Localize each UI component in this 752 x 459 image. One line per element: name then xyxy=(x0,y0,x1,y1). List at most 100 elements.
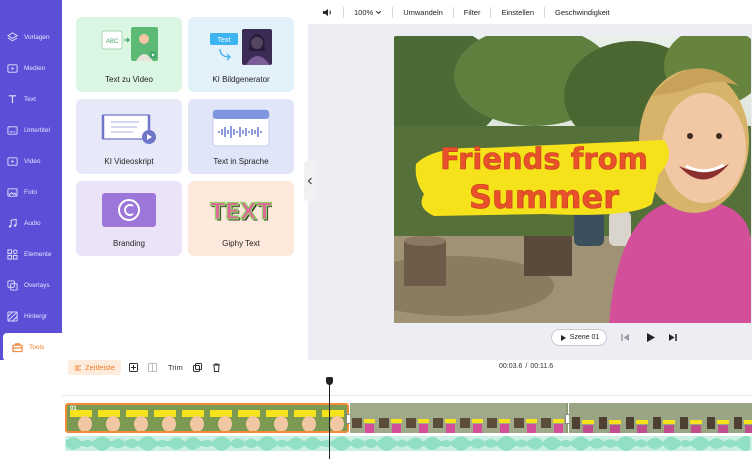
elements-icon xyxy=(7,249,18,260)
sidebar-item-label: Tools xyxy=(29,343,45,351)
tool-card-label: Branding xyxy=(112,239,146,248)
sidebar-item-audio[interactable]: Audio xyxy=(0,208,62,239)
timeline-toolbar: Zeitleiste Trim 00:03.6 / 00:11.6 xyxy=(62,360,752,376)
filter-button[interactable]: Filter xyxy=(464,8,481,17)
playhead[interactable] xyxy=(329,380,330,459)
video-icon xyxy=(7,157,18,166)
ai-image-illustration: Text xyxy=(208,29,274,69)
trim-button[interactable]: Trim xyxy=(168,363,183,372)
timeline-tab-label: Zeitleiste xyxy=(85,363,116,372)
toolbox-icon xyxy=(12,342,23,352)
tool-card-label: Text in Sprache xyxy=(213,157,269,166)
sidebar-item-medien[interactable]: Medien xyxy=(0,53,62,84)
app: Vorlagen Medien Text Untertitel Video Fo… xyxy=(0,0,752,459)
timeline-tab[interactable]: Zeitleiste xyxy=(68,360,122,375)
toolbar-divider xyxy=(452,6,454,18)
toolbar-divider xyxy=(392,6,394,18)
zoom-value: 100% xyxy=(354,7,374,17)
sidebar-item-hintergrund[interactable]: Hintergr xyxy=(0,301,62,332)
sidebar-item-untertitel[interactable]: Untertitel xyxy=(0,115,62,146)
giphy-art-text: TEXT xyxy=(210,200,272,225)
video-title-line2: Summer xyxy=(469,178,619,216)
tool-card-branding[interactable]: Branding xyxy=(76,181,182,256)
sidebar-item-label: Overlays xyxy=(24,282,50,289)
layers-icon xyxy=(7,32,18,42)
tool-card-ai-video-script[interactable]: KI Videoskript xyxy=(76,99,182,174)
sidebar-item-label: Audio xyxy=(24,220,41,227)
tool-card-text-to-speech[interactable]: Text in Sprache xyxy=(188,99,294,174)
abc-art-text: ABC xyxy=(106,39,119,45)
sidebar-item-overlays[interactable]: Overlays xyxy=(0,270,62,301)
duplicate-icon[interactable] xyxy=(193,363,202,372)
toolbar-divider xyxy=(343,6,344,18)
playhead-handle[interactable] xyxy=(326,377,333,385)
zoom-dropdown[interactable]: 100% xyxy=(354,8,382,17)
tool-card-label: KI Videoskript xyxy=(104,157,154,166)
add-clip-icon[interactable] xyxy=(129,363,138,372)
video-title-line1: Friends from xyxy=(440,142,648,176)
sidebar-item-label: Untertitel xyxy=(24,127,51,134)
sidebar-item-label: Text xyxy=(24,96,36,103)
audio-track[interactable] xyxy=(65,436,752,451)
volume-icon[interactable] xyxy=(322,7,333,18)
tool-card-text-to-video[interactable]: ABC Text zu Video xyxy=(76,17,182,92)
audio-waveform xyxy=(66,436,750,451)
timeline-icon xyxy=(75,364,81,371)
time-separator: / xyxy=(525,363,528,370)
overlays-icon xyxy=(7,280,18,291)
timeline: 01 xyxy=(62,376,752,459)
photo-icon xyxy=(7,188,18,197)
clip-number: 01 xyxy=(70,406,77,412)
time-display: 00:03.6 / 00:11.6 xyxy=(499,363,553,370)
text-icon xyxy=(8,95,17,104)
text-to-video-illustration: ABC xyxy=(98,27,160,63)
subtitle-icon xyxy=(7,126,18,135)
scene-label: Szene 01 xyxy=(569,334,600,341)
tool-card-label: Giphy Text xyxy=(222,239,260,248)
play-small-icon xyxy=(560,334,566,341)
convert-button[interactable]: Umwandeln xyxy=(403,8,443,17)
sidebar-item-tools[interactable]: Tools xyxy=(3,333,62,361)
preview-area: Friends from Summer xyxy=(308,24,752,360)
tool-card-giphy-text[interactable]: TEXT TEXT Giphy Text xyxy=(188,181,294,256)
tool-card-label: KI Bildgenerator xyxy=(212,75,270,84)
tools-panel: ABC Text zu Video Text KI Bildgenerator … xyxy=(62,0,308,360)
top-toolbar: 100% Umwandeln Filter Einstellen Geschwi… xyxy=(308,0,752,24)
clip-scene-03[interactable] xyxy=(569,403,752,433)
time-total: 00:11.6 xyxy=(530,363,554,370)
branding-illustration xyxy=(100,191,158,229)
sidebar-item-text[interactable]: Text xyxy=(0,84,62,115)
trash-icon[interactable] xyxy=(212,363,221,372)
clip-scene-01[interactable]: 01 xyxy=(65,403,349,433)
video-script-illustration xyxy=(99,109,159,147)
sidebar: Vorlagen Medien Text Untertitel Video Fo… xyxy=(0,0,62,361)
sidebar-item-video[interactable]: Video xyxy=(0,146,62,177)
sidebar-item-label: Medien xyxy=(24,65,46,72)
sidebar-item-elemente[interactable]: Elemente xyxy=(0,239,62,270)
timeline-ruler[interactable] xyxy=(62,376,752,396)
split-icon[interactable] xyxy=(148,363,157,372)
tool-card-ai-image-generator[interactable]: Text KI Bildgenerator xyxy=(188,17,294,92)
toolbar-divider xyxy=(490,6,492,18)
clip-scene-02[interactable] xyxy=(350,403,568,433)
video-preview[interactable]: Friends from Summer xyxy=(394,36,751,323)
collapse-panel-button[interactable] xyxy=(304,160,316,202)
sidebar-item-label: Elemente xyxy=(24,251,52,258)
skip-back-icon[interactable] xyxy=(620,333,630,342)
text-to-speech-illustration xyxy=(212,109,270,147)
background-icon xyxy=(7,311,18,322)
tool-card-label: Text zu Video xyxy=(105,75,153,84)
giphy-text-illustration: TEXT TEXT xyxy=(209,193,273,229)
sidebar-item-label: Vorlagen xyxy=(24,34,50,41)
sidebar-item-label: Video xyxy=(24,158,41,165)
scene-selector[interactable]: Szene 01 xyxy=(551,329,607,346)
music-icon xyxy=(8,218,17,228)
speed-button[interactable]: Geschwindigkeit xyxy=(555,8,610,17)
sidebar-item-vorlagen[interactable]: Vorlagen xyxy=(0,22,62,53)
adjust-button[interactable]: Einstellen xyxy=(501,8,534,17)
sidebar-item-label: Foto xyxy=(24,189,38,196)
play-icon[interactable] xyxy=(645,332,656,343)
chevron-left-icon xyxy=(307,177,312,185)
skip-forward-icon[interactable] xyxy=(668,333,678,342)
sidebar-item-foto[interactable]: Foto xyxy=(0,177,62,208)
